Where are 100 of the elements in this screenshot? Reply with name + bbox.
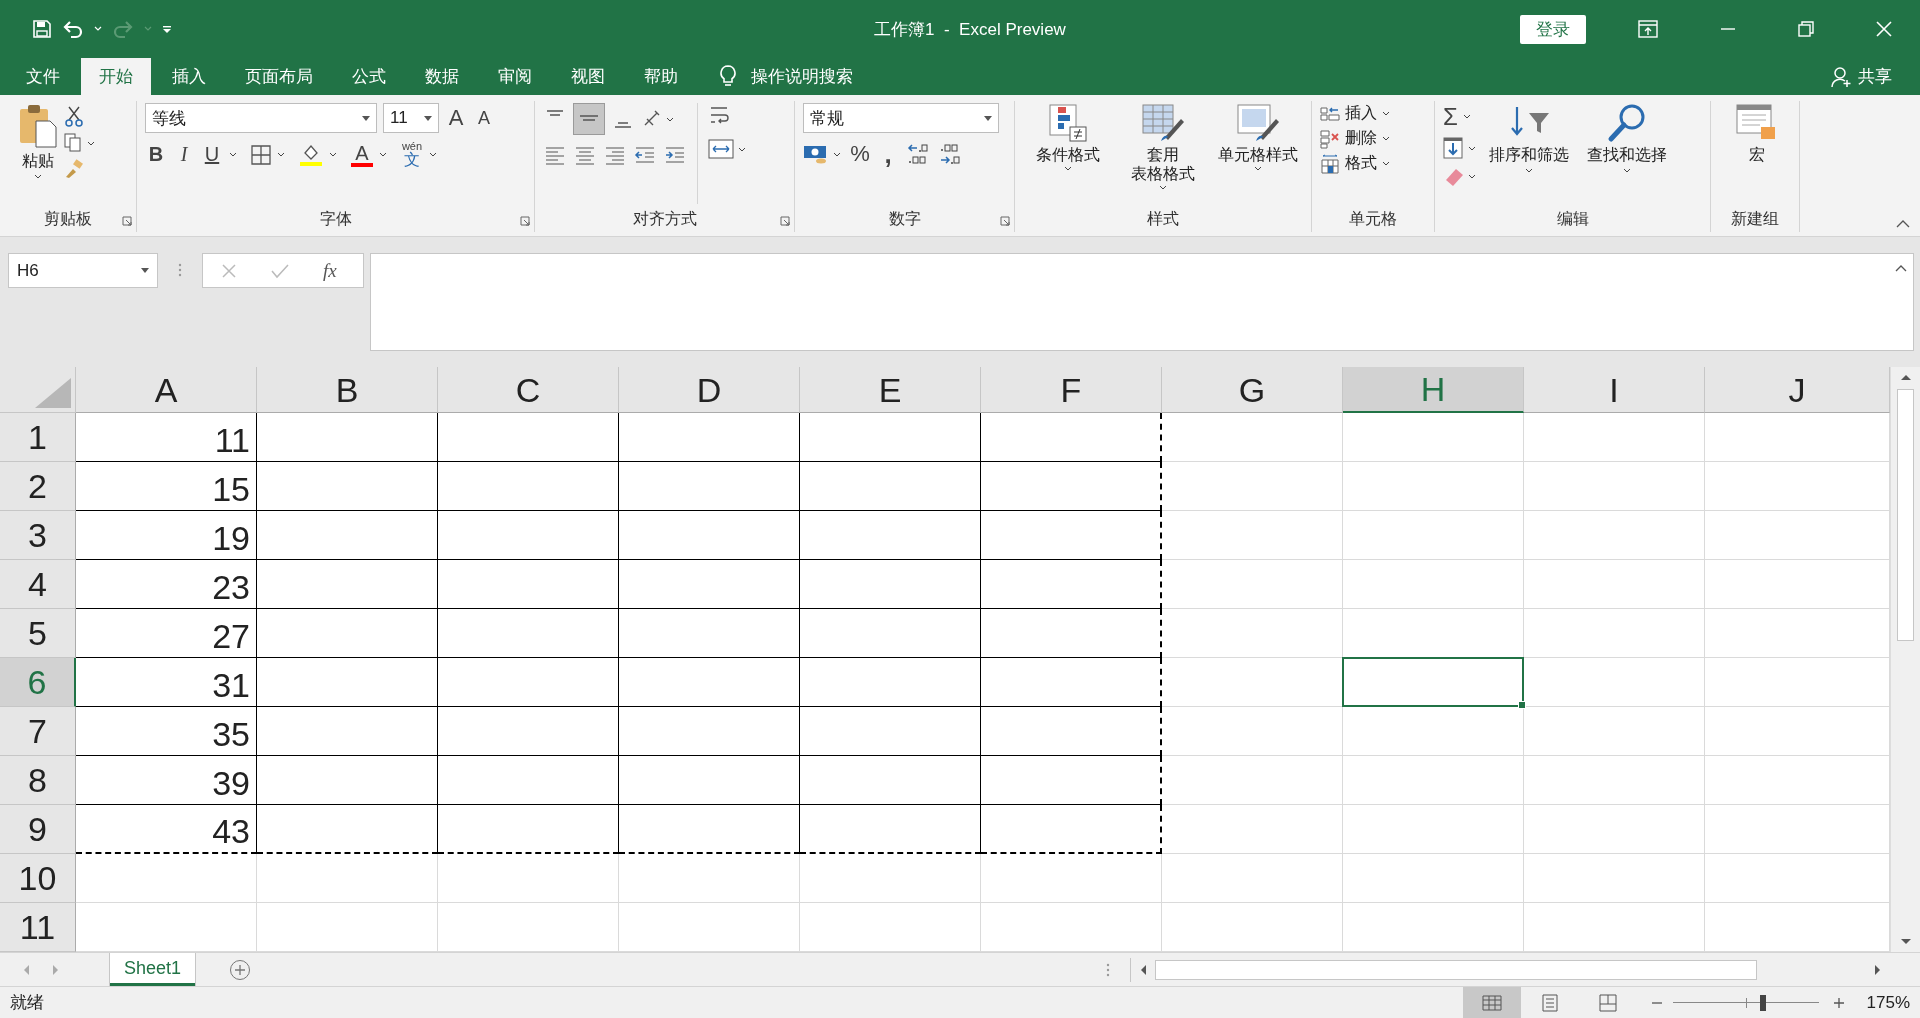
row-header[interactable]: 3 (0, 511, 76, 560)
dialog-launcher-icon[interactable] (122, 216, 132, 226)
font-name-dropdown[interactable]: 等线 (145, 103, 377, 133)
format-as-table-button[interactable]: 套用 表格格式 (1118, 103, 1208, 192)
column-header[interactable]: J (1705, 367, 1890, 413)
delete-cells-button[interactable]: 删除 (1320, 128, 1390, 149)
ribbon-tab[interactable]: 页面布局 (227, 58, 331, 95)
merge-center-icon[interactable] (708, 137, 748, 161)
table-cell: 31 (76, 658, 257, 707)
column-header[interactable]: A (76, 367, 257, 413)
scroll-up-icon[interactable] (1899, 373, 1912, 381)
row-header[interactable]: 1 (0, 413, 76, 462)
caret-icon[interactable] (429, 151, 437, 158)
splitter-icon[interactable] (1106, 962, 1110, 977)
ribbon-tab[interactable]: 审阅 (480, 58, 550, 95)
underline-button[interactable]: U (201, 143, 223, 166)
customize-icon[interactable] (162, 24, 172, 34)
increase-decimal-icon[interactable] (905, 141, 931, 167)
column-header[interactable]: D (619, 367, 800, 413)
restore-icon[interactable] (1798, 21, 1814, 37)
font-size-dropdown[interactable]: 11 (383, 103, 439, 133)
grow-font-button[interactable]: A (445, 105, 467, 131)
dialog-launcher-icon[interactable] (520, 216, 530, 226)
collapse-ribbon-icon[interactable] (1896, 220, 1910, 228)
autosum-button[interactable]: Σ (1443, 103, 1477, 131)
scroll-thumb[interactable] (1155, 959, 1757, 980)
dialog-launcher-icon[interactable] (1000, 216, 1010, 226)
tell-me-search[interactable]: 操作说明搜索 (751, 58, 853, 95)
copy-icon[interactable] (64, 133, 94, 153)
insert-cells-button[interactable]: 插入 (1320, 103, 1390, 124)
zoom-in-icon[interactable] (1832, 996, 1845, 1009)
add-sheet-icon[interactable] (229, 958, 252, 981)
row-header[interactable]: 9 (0, 805, 76, 854)
scroll-down-icon[interactable] (1899, 938, 1912, 946)
fill-down-icon[interactable] (1443, 137, 1477, 159)
column-header[interactable]: H (1343, 367, 1524, 413)
caret-icon[interactable] (229, 151, 237, 158)
scroll-right-icon[interactable] (1874, 963, 1882, 976)
save-icon[interactable] (32, 19, 52, 39)
caret-icon[interactable] (329, 151, 337, 158)
caret-icon[interactable] (379, 151, 387, 158)
ribbon-tab[interactable]: 开始 (81, 58, 151, 95)
column-header[interactable]: B (257, 367, 438, 413)
insert-function-button[interactable]: fx (323, 259, 337, 282)
sheet-tab[interactable]: Sheet1 (110, 953, 196, 986)
row-header[interactable]: 6 (0, 658, 76, 707)
format-cells-button[interactable]: 格式 (1320, 153, 1390, 174)
percent-button[interactable]: % (849, 141, 871, 167)
find-select-button[interactable]: 查找和选择 (1581, 103, 1673, 174)
scroll-left-icon[interactable] (1139, 963, 1147, 976)
bold-button[interactable]: B (145, 143, 167, 166)
row-header[interactable]: 2 (0, 462, 76, 511)
sign-in-button[interactable]: 登录 (1520, 14, 1586, 44)
ribbon-tab[interactable]: 数据 (407, 58, 477, 95)
ribbon-tab[interactable]: 帮助 (626, 58, 696, 95)
paste-button[interactable]: 粘贴 (18, 103, 58, 180)
collapse-icon[interactable] (1895, 264, 1907, 272)
column-header[interactable]: C (438, 367, 619, 413)
vertical-scrollbar[interactable] (1890, 367, 1920, 952)
number-format-dropdown[interactable]: 常规 (803, 103, 999, 133)
column-header[interactable]: E (800, 367, 981, 413)
format-painter-icon[interactable] (64, 159, 84, 179)
row-header[interactable]: 8 (0, 756, 76, 805)
name-box[interactable]: H6 (8, 253, 158, 288)
ribbon-tab[interactable]: 文件 (8, 58, 78, 95)
scroll-thumb[interactable] (1897, 389, 1914, 641)
row-header[interactable]: 11 (0, 903, 76, 952)
zoom-slider[interactable] (1672, 993, 1819, 1012)
row-header[interactable]: 10 (0, 854, 76, 903)
formula-input[interactable] (370, 253, 1914, 351)
share-button[interactable]: 共享 (1830, 58, 1920, 95)
conditional-formatting-button[interactable]: 条件格式 (1023, 103, 1113, 173)
cell-styles-button[interactable]: 单元格样式 (1213, 103, 1303, 173)
column-header[interactable]: F (981, 367, 1162, 413)
macros-button[interactable]: 宏 (1723, 103, 1791, 166)
italic-button[interactable]: I (173, 143, 195, 166)
font-color-button[interactable]: A (351, 142, 373, 167)
column-header[interactable]: G (1162, 367, 1343, 413)
ribbon-display-icon[interactable] (1638, 20, 1658, 38)
cut-icon[interactable] (64, 105, 84, 127)
row-header[interactable]: 7 (0, 707, 76, 756)
window-title: 工作簿1 - Excel Preview (873, 18, 1066, 41)
undo-icon[interactable] (62, 19, 84, 39)
column-header[interactable]: I (1524, 367, 1705, 413)
caret-icon[interactable] (277, 151, 285, 158)
close-icon[interactable] (1876, 21, 1892, 37)
page-break-icon (1598, 993, 1617, 1012)
sort-filter-button[interactable]: 排序和筛选 (1483, 103, 1575, 174)
lightbulb-icon[interactable] (719, 64, 737, 88)
dialog-launcher-icon[interactable] (780, 216, 790, 226)
ribbon-tab[interactable]: 公式 (334, 58, 404, 95)
borders-icon[interactable] (251, 144, 271, 165)
zoom-level[interactable]: 175% (1866, 992, 1910, 1013)
shrink-font-button[interactable]: A (473, 107, 495, 129)
align-middle-icon[interactable] (573, 103, 605, 135)
phonetic-guide-button[interactable]: wén 文 (401, 141, 423, 168)
row-header[interactable]: 5 (0, 609, 76, 658)
ribbon-tab[interactable]: 插入 (154, 58, 224, 95)
row-header[interactable]: 4 (0, 560, 76, 609)
ribbon-tab[interactable]: 视图 (553, 58, 623, 95)
